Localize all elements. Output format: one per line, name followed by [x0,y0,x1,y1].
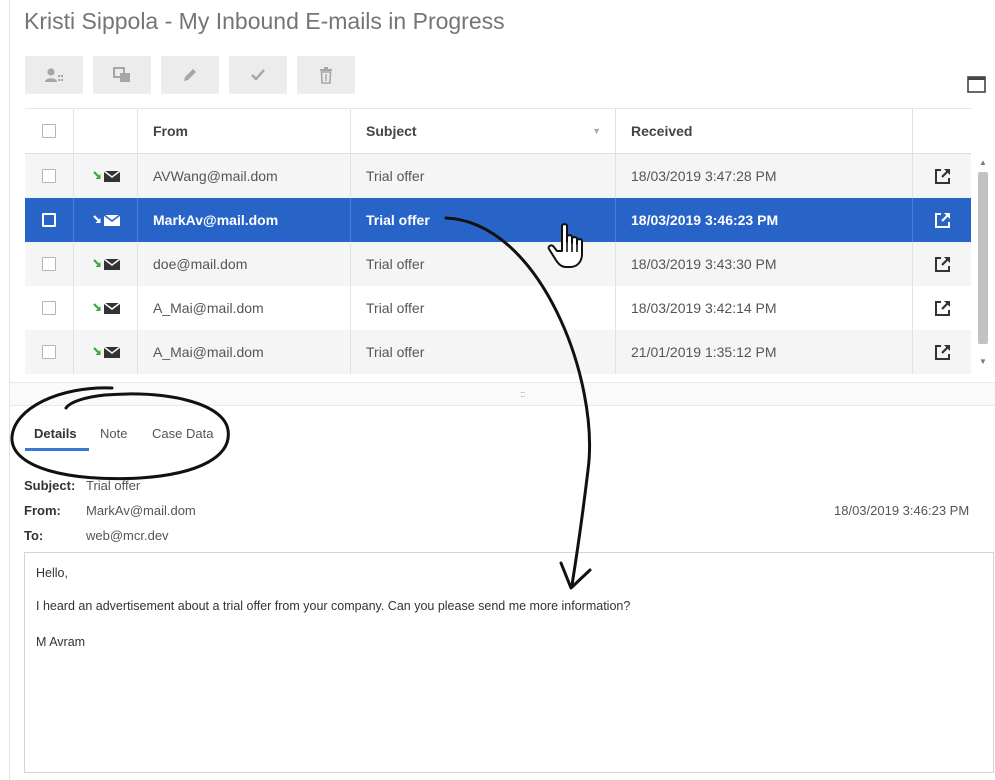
scroll-down-arrow-icon[interactable]: ▼ [979,357,987,366]
row-subject: Trial offer [350,286,615,330]
from-value: MarkAv@mail.dom [86,503,196,518]
open-email-button[interactable] [912,286,971,330]
external-link-icon [934,300,950,316]
row-checkbox-cell [25,330,73,374]
row-type-cell [73,198,137,242]
subject-label: Subject: [24,478,76,493]
row-received: 21/01/2019 1:35:12 PM [615,330,912,374]
open-column-header [912,109,971,153]
table-row[interactable]: doe@mail.dom Trial offer 18/03/2019 3:43… [25,242,971,286]
email-body[interactable]: Hello, I heard an advertisement about a … [24,552,994,773]
scroll-up-arrow-icon[interactable]: ▲ [979,158,987,167]
column-header-from[interactable]: From [137,109,350,153]
row-type-cell [73,154,137,198]
select-all-cell [25,109,73,153]
table-row-selected[interactable]: MarkAv@mail.dom Trial offer 18/03/2019 3… [25,198,971,242]
tab-details[interactable]: Details [34,416,77,450]
body-message: I heard an advertisement about a trial o… [36,599,631,613]
row-type-cell [73,330,137,374]
inbound-email-icon [92,346,120,358]
delete-button[interactable] [297,56,355,94]
sort-indicator-icon: ▼ [592,126,601,136]
external-link-icon [934,344,950,360]
hand-cursor-icon [547,223,583,268]
body-signature: M Avram [36,635,86,649]
column-header-subject-label: Subject [366,123,417,139]
row-from: MarkAv@mail.dom [137,198,350,242]
column-header-received-label: Received [631,123,693,139]
page-title: Kristi Sippola - My Inbound E-mails in P… [24,8,505,34]
row-from: AVWang@mail.dom [137,154,350,198]
scroll-thumb[interactable] [978,172,988,344]
row-checkbox-cell [25,154,73,198]
active-tab-indicator [25,448,89,451]
column-header-from-label: From [153,123,188,139]
done-button[interactable] [229,56,287,94]
edit-button[interactable] [161,56,219,94]
row-checkbox-cell [25,286,73,330]
open-email-button[interactable] [912,330,971,374]
splitter-grip-icon[interactable]: ::: [520,389,525,399]
body-greeting: Hello, [36,566,68,580]
table-row[interactable]: A_Mai@mail.dom Trial offer 21/01/2019 1:… [25,330,971,374]
row-received: 18/03/2019 3:47:28 PM [615,154,912,198]
table-row[interactable]: A_Mai@mail.dom Trial offer 18/03/2019 3:… [25,286,971,330]
inbound-email-icon [92,302,120,314]
row-checkbox[interactable] [42,257,56,271]
to-value: web@mcr.dev [86,528,169,543]
grid-scrollbar[interactable]: ▲ ▼ [976,154,990,373]
external-link-icon [934,256,950,272]
inbound-email-icon [92,170,120,182]
row-type-cell [73,242,137,286]
row-checkbox-cell [25,242,73,286]
open-email-button[interactable] [912,242,971,286]
checkmark-icon [251,69,265,81]
from-label: From: [24,503,61,518]
row-from: A_Mai@mail.dom [137,330,350,374]
icon-column-header [73,109,137,153]
maximize-window-icon [967,76,986,93]
row-checkbox-cell [25,198,73,242]
row-from: A_Mai@mail.dom [137,286,350,330]
select-all-checkbox[interactable] [42,124,56,138]
mark-done-button[interactable] [25,56,83,94]
maximize-button[interactable] [967,76,986,93]
transfer-button[interactable] [93,56,151,94]
received-date: 18/03/2019 3:46:23 PM [834,503,970,518]
pane-splitter[interactable]: ::: [10,382,995,406]
row-checkbox[interactable] [42,169,56,183]
row-received: 18/03/2019 3:46:23 PM [615,198,912,242]
grid-header-row: From Subject ▼ Received [25,108,971,154]
row-received: 18/03/2019 3:43:30 PM [615,242,912,286]
mark-done-person-icon [45,68,63,82]
open-email-button[interactable] [912,198,971,242]
row-from: doe@mail.dom [137,242,350,286]
row-checkbox[interactable] [42,301,56,315]
transfer-icon [113,67,130,82]
row-subject: Trial offer [350,330,615,374]
tab-note[interactable]: Note [100,416,127,450]
table-row[interactable]: AVWang@mail.dom Trial offer 18/03/2019 3… [25,154,971,198]
external-link-icon [934,168,950,184]
trash-icon [320,67,332,84]
row-checkbox[interactable] [42,213,56,227]
row-type-cell [73,286,137,330]
inbound-email-icon [92,258,120,270]
row-received: 18/03/2019 3:42:14 PM [615,286,912,330]
to-label: To: [24,528,44,543]
column-header-received[interactable]: Received [615,109,912,153]
tab-case-data[interactable]: Case Data [152,416,213,450]
column-header-subject[interactable]: Subject ▼ [350,109,615,153]
pencil-edit-icon [184,69,196,81]
open-email-button[interactable] [912,154,971,198]
subject-value: Trial offer [86,478,141,493]
row-subject: Trial offer [350,154,615,198]
row-checkbox[interactable] [42,345,56,359]
external-link-icon [934,212,950,228]
inbound-email-icon [92,214,120,226]
